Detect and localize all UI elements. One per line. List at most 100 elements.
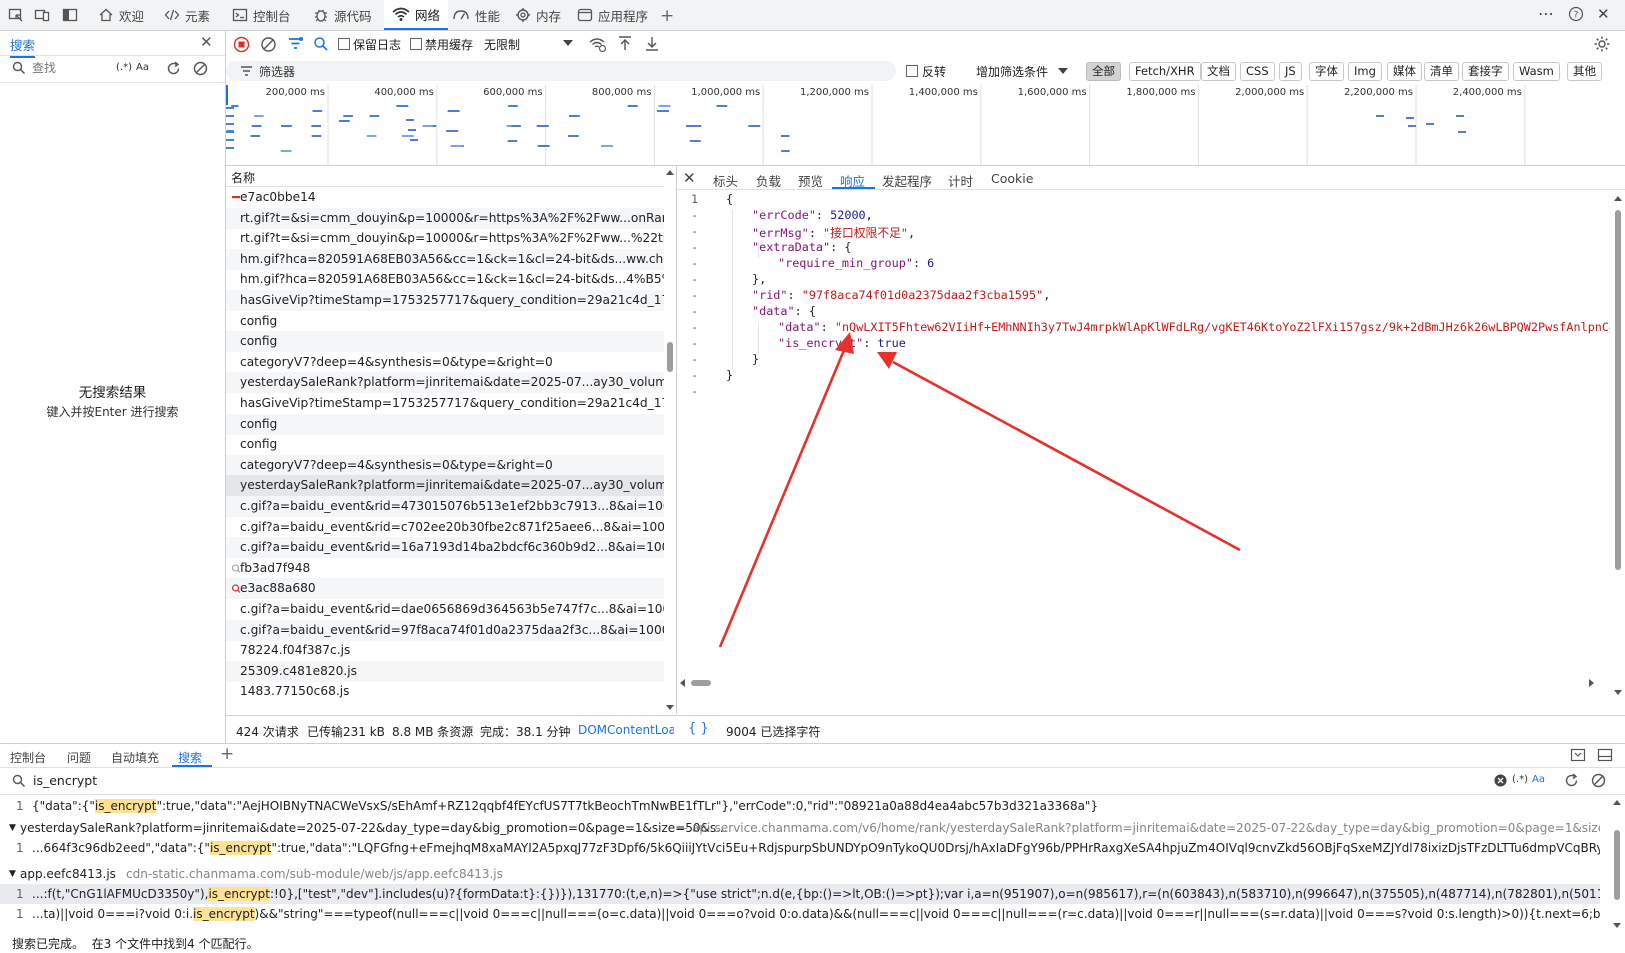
search-result-file[interactable]: ▼ yesterdaySaleRank?platform=jinritemai&d… <box>0 818 1600 838</box>
request-row[interactable]: hm.gif?hca=820591A68EB03A56&cc=1&ck=1&cl… <box>226 269 664 290</box>
tab-network[interactable]: 网络 <box>384 0 449 30</box>
drawer-dock-icon[interactable] <box>1570 748 1586 763</box>
clear-search-icon[interactable] <box>192 60 209 77</box>
request-row[interactable]: hasGiveVip?timeStamp=1753257717&query_co… <box>226 393 664 414</box>
drawer-refresh-icon[interactable] <box>1563 772 1580 789</box>
request-list-scrollbar[interactable] <box>664 166 676 714</box>
dock-side-icon[interactable] <box>62 7 78 23</box>
request-row[interactable]: c.gif?a=baidu_event&rid=c702ee20b30fbe2c… <box>226 517 664 538</box>
tab-console[interactable]: 控制台 <box>232 0 291 30</box>
network-conditions-icon[interactable] <box>589 36 607 53</box>
response-horizontal-scrollbar[interactable] <box>677 676 1611 690</box>
refresh-icon[interactable] <box>165 60 182 77</box>
help-icon[interactable]: ? <box>1568 6 1584 22</box>
export-har-icon[interactable] <box>644 35 660 52</box>
more-filters-dropdown[interactable]: 增加筛选条件 <box>976 63 1048 80</box>
device-toolbar-icon[interactable] <box>34 7 50 23</box>
import-har-icon[interactable] <box>617 35 633 52</box>
clear-log-icon[interactable] <box>260 36 277 53</box>
request-row[interactable]: hm.gif?hca=820591A68EB03A56&cc=1&ck=1&cl… <box>226 248 664 270</box>
tab-elements[interactable]: 元素 <box>164 0 210 30</box>
close-search-panel-icon[interactable]: ✕ <box>200 33 213 51</box>
request-row[interactable]: yesterdaySaleRank?platform=jinritemai&da… <box>226 372 664 394</box>
drawer-match-case-toggle[interactable]: Aa <box>1532 774 1545 785</box>
request-row[interactable]: config <box>226 434 664 455</box>
search-panel-tab[interactable]: 搜索 <box>10 35 36 58</box>
request-row[interactable]: categoryV7?deep=4&synthesis=0&type=&righ… <box>226 352 664 373</box>
tab-welcome[interactable]: 欢迎 <box>98 0 144 30</box>
filter-type-doc[interactable]: 文档 <box>1201 62 1236 81</box>
clear-input-icon[interactable] <box>1494 774 1507 787</box>
request-row[interactable]: 25309.c481e820.js <box>226 660 664 682</box>
regex-toggle[interactable]: (.*) <box>116 62 132 73</box>
invert-checkbox[interactable] <box>906 65 918 77</box>
filter-type-manifest[interactable]: 清单 <box>1424 62 1459 81</box>
request-row[interactable]: yesterdaySaleRank?platform=jinritemai&da… <box>226 475 664 497</box>
request-row[interactable]: e3ac88a680 <box>226 578 664 600</box>
search-result-line[interactable]: 1 ...664f3c96db2eed","data":{"is_encrypt"… <box>0 838 1600 858</box>
filter-type-other[interactable]: 其他 <box>1567 62 1602 81</box>
tab-performance[interactable]: 性能 <box>452 0 500 30</box>
filter-funnel-icon[interactable] <box>287 36 304 53</box>
search-result-line[interactable]: 1 {"data":{"is_encrypt":true,"data":"AejH… <box>0 796 1600 816</box>
tab-application[interactable]: 应用程序 <box>577 0 648 30</box>
drawer-tab-issues[interactable]: 问题 <box>67 749 91 766</box>
request-row[interactable]: c.gif?a=baidu_event&rid=473015076b513e1e… <box>226 496 664 517</box>
drawer-tab-search[interactable]: 搜索 <box>178 749 202 766</box>
chevron-down-icon[interactable] <box>562 38 574 48</box>
settings-gear-icon[interactable] <box>1593 35 1611 53</box>
throttle-select[interactable]: 无限制 <box>484 36 520 53</box>
drawer-scrollbar[interactable] <box>1610 796 1625 932</box>
search-result-file[interactable]: ▼ app.eefc8413.js cdn-static.chanmama.com/… <box>0 864 1600 884</box>
drawer-tab-autofill[interactable]: 自动填充 <box>111 749 159 766</box>
add-tab-plus-icon[interactable]: + <box>660 6 674 26</box>
filter-type-img[interactable]: Img <box>1348 62 1382 81</box>
filter-type-media[interactable]: 媒体 <box>1387 62 1422 81</box>
request-row[interactable]: fb3ad7f948 <box>226 558 664 579</box>
filter-type-css[interactable]: CSS <box>1240 62 1275 81</box>
request-row[interactable]: 78224.f04f387c.js <box>226 640 664 661</box>
request-list-header[interactable]: 名称 <box>226 166 664 187</box>
search-result-line[interactable]: 1 ...ta)||void 0===i?void 0:i.is_encrypt)… <box>0 904 1600 924</box>
filter-type-js[interactable]: JS <box>1279 62 1302 81</box>
disable-cache-checkbox[interactable] <box>410 38 422 50</box>
more-filters-chevron-icon[interactable] <box>1057 66 1069 76</box>
request-row[interactable]: c.gif?a=baidu_event&rid=dae0656869d36456… <box>226 599 664 620</box>
expand-triangle-icon[interactable]: ▼ <box>9 818 16 838</box>
request-row[interactable]: rt.gif?t=&si=cmm_douyin&p=10000&r=https%… <box>226 228 664 249</box>
search-input[interactable] <box>30 59 114 77</box>
drawer-add-tab-plus-icon[interactable]: + <box>220 744 234 764</box>
filter-type-all[interactable]: 全部 <box>1086 62 1121 81</box>
request-row[interactable]: config <box>226 311 664 332</box>
more-options-icon[interactable]: ⋯ <box>1538 4 1554 23</box>
request-row[interactable]: config <box>226 413 664 435</box>
drawer-regex-toggle[interactable]: (.*) <box>1512 774 1528 785</box>
match-case-toggle[interactable]: Aa <box>136 62 149 73</box>
tab-sources[interactable]: 源代码 <box>313 0 372 30</box>
tab-memory[interactable]: 内存 <box>515 0 561 30</box>
request-row[interactable]: e7ac0bbe14 <box>226 187 664 208</box>
request-row[interactable]: 1483.77150c68.js <box>226 681 664 702</box>
filter-type-font[interactable]: 字体 <box>1309 62 1344 81</box>
drawer-clear-icon[interactable] <box>1590 772 1607 789</box>
response-vertical-scrollbar[interactable] <box>1611 190 1625 702</box>
request-row[interactable]: config <box>226 331 664 353</box>
request-row[interactable]: c.gif?a=baidu_event&rid=16a7193d14ba2bdc… <box>226 537 664 559</box>
filter-type-wasm[interactable]: Wasm <box>1513 62 1560 81</box>
preserve-log-checkbox[interactable] <box>338 38 350 50</box>
search-network-icon[interactable] <box>313 36 329 52</box>
drawer-search-input[interactable]: is_encrypt <box>33 773 97 788</box>
inspect-element-icon[interactable] <box>8 7 24 23</box>
drawer-tab-console[interactable]: 控制台 <box>10 749 46 766</box>
record-stop-icon[interactable] <box>233 36 250 53</box>
request-row[interactable]: hasGiveVip?timeStamp=1753257717&query_co… <box>226 290 664 311</box>
drawer-collapse-icon[interactable] <box>1597 748 1613 763</box>
filter-type-fetch-xhr[interactable]: Fetch/XHR <box>1129 62 1201 81</box>
request-row[interactable]: rt.gif?t=&si=cmm_douyin&p=10000&r=https%… <box>226 207 664 229</box>
pretty-print-button[interactable]: { } <box>688 721 709 736</box>
filter-input-box[interactable]: 筛选器 <box>226 61 896 81</box>
close-devtools-icon[interactable]: ✕ <box>1597 5 1610 23</box>
network-timeline-overview[interactable]: 200,000 ms 400,000 ms 600,000 ms 800,000 ms… <box>226 85 1625 166</box>
request-row[interactable]: categoryV7?deep=4&synthesis=0&type=&righ… <box>226 454 664 476</box>
search-result-line[interactable]: 1 ...:f(t,"CnG1lAFMUcD3350y"),is_encrypt:… <box>0 884 1600 904</box>
